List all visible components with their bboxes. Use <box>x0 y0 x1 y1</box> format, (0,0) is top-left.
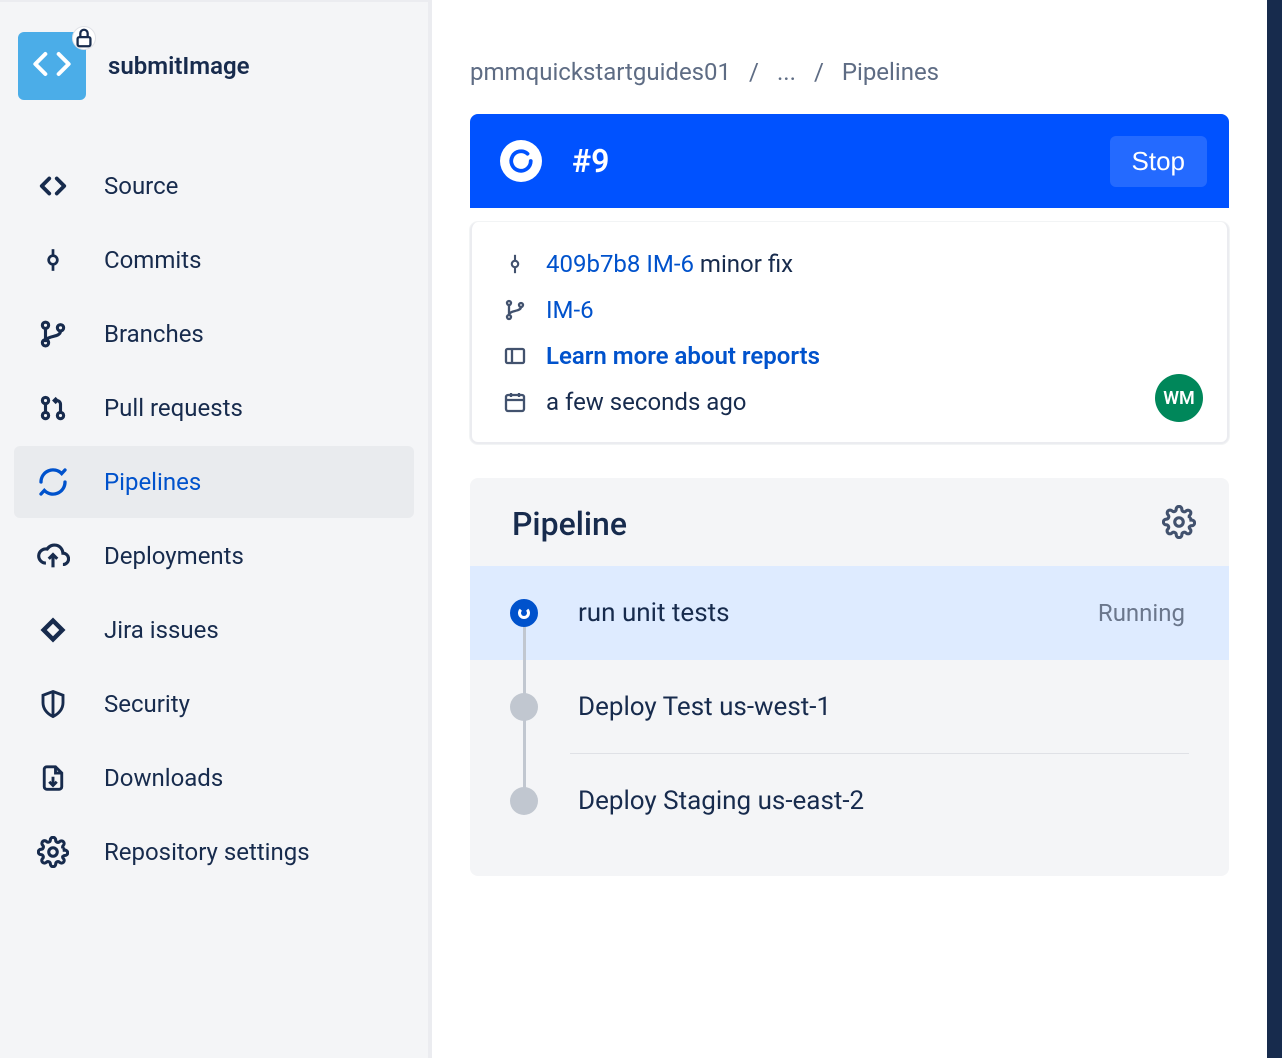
breadcrumb-ellipsis[interactable]: ... <box>777 58 796 86</box>
breadcrumb-root[interactable]: pmmquickstartguides01 <box>470 58 731 86</box>
commit-row: 409b7b8 IM-6 minor fix <box>502 250 1197 278</box>
sidebar-item-label: Source <box>104 172 178 200</box>
commit-icon <box>502 251 528 277</box>
step-status-pending-icon <box>510 693 538 721</box>
sidebar-item-deployments[interactable]: Deployments <box>14 520 414 592</box>
shield-icon <box>36 687 70 721</box>
reports-link[interactable]: Learn more about reports <box>546 342 820 370</box>
sidebar-item-security[interactable]: Security <box>14 668 414 740</box>
pipeline-settings-button[interactable] <box>1159 504 1199 544</box>
branch-icon <box>502 297 528 323</box>
sidebar-item-commits[interactable]: Commits <box>14 224 414 296</box>
commit-message: minor fix <box>700 250 793 278</box>
breadcrumb-current[interactable]: Pipelines <box>842 58 939 86</box>
sidebar-nav: Source Commits Branches Pull requests Pi… <box>14 150 414 888</box>
repo-avatar[interactable] <box>18 32 86 100</box>
step-status-running-icon <box>510 599 538 627</box>
timestamp-row: a few seconds ago <box>502 388 1197 416</box>
sidebar-item-label: Security <box>104 690 190 718</box>
pipeline-card: Pipeline run unit tests Running Deploy T… <box>470 478 1229 876</box>
sidebar: submitImage Source Commits Branches Pull… <box>0 0 428 1058</box>
branch-icon <box>36 317 70 351</box>
calendar-icon <box>502 389 528 415</box>
gear-icon <box>36 835 70 869</box>
commit-issue-link[interactable]: IM-6 <box>646 250 694 278</box>
reports-row: Learn more about reports <box>502 342 1197 370</box>
sidebar-item-label: Downloads <box>104 764 223 792</box>
status-running-icon <box>500 140 542 182</box>
step-name: run unit tests <box>578 598 1098 628</box>
sidebar-item-repository-settings[interactable]: Repository settings <box>14 816 414 888</box>
download-icon <box>36 761 70 795</box>
breadcrumb-separator: / <box>814 58 824 86</box>
cloud-upload-icon <box>36 539 70 573</box>
commit-icon <box>36 243 70 277</box>
pipeline-step[interactable]: Deploy Test us-west-1 <box>470 660 1229 754</box>
author-avatar[interactable]: WM <box>1155 374 1203 422</box>
timestamp: a few seconds ago <box>546 388 747 416</box>
commit-hash-link[interactable]: 409b7b8 <box>546 250 640 278</box>
step-status-pending-icon <box>510 787 538 815</box>
pull-request-icon <box>36 391 70 425</box>
lock-icon <box>72 26 96 50</box>
stop-button[interactable]: Stop <box>1110 136 1208 187</box>
step-state: Running <box>1098 599 1185 627</box>
sidebar-item-label: Branches <box>104 320 204 348</box>
run-number: #9 <box>572 142 609 180</box>
sidebar-item-label: Jira issues <box>104 616 219 644</box>
jira-icon <box>36 613 70 647</box>
sidebar-item-label: Deployments <box>104 542 244 570</box>
step-name: Deploy Test us-west-1 <box>578 692 1185 722</box>
repo-name[interactable]: submitImage <box>108 52 250 80</box>
breadcrumb: pmmquickstartguides01 / ... / Pipelines <box>470 58 1229 86</box>
breadcrumb-separator: / <box>749 58 759 86</box>
branch-row: IM-6 <box>502 296 1197 324</box>
sidebar-item-label: Pull requests <box>104 394 243 422</box>
code-icon <box>32 44 72 88</box>
sidebar-item-source[interactable]: Source <box>14 150 414 222</box>
panel-icon <box>502 343 528 369</box>
sidebar-item-label: Repository settings <box>104 838 310 866</box>
sidebar-item-label: Commits <box>104 246 201 274</box>
branch-link[interactable]: IM-6 <box>546 296 594 324</box>
sidebar-item-jira-issues[interactable]: Jira issues <box>14 594 414 666</box>
gear-icon <box>1162 505 1196 543</box>
right-edge <box>1267 0 1282 1058</box>
code-icon <box>36 169 70 203</box>
sync-icon <box>36 465 70 499</box>
repo-header: submitImage <box>14 32 414 150</box>
sidebar-item-branches[interactable]: Branches <box>14 298 414 370</box>
pipeline-step[interactable]: Deploy Staging us-east-2 <box>470 754 1229 848</box>
sidebar-item-pipelines[interactable]: Pipelines <box>14 446 414 518</box>
pipeline-title: Pipeline <box>512 505 627 543</box>
sidebar-item-downloads[interactable]: Downloads <box>14 742 414 814</box>
step-list: run unit tests Running Deploy Test us-we… <box>470 566 1229 848</box>
pipeline-run-header: #9 Stop <box>470 114 1229 208</box>
run-info-card: 409b7b8 IM-6 minor fix IM-6 Learn more a… <box>470 222 1229 444</box>
sidebar-item-pull-requests[interactable]: Pull requests <box>14 372 414 444</box>
step-name: Deploy Staging us-east-2 <box>578 786 1185 816</box>
sidebar-item-label: Pipelines <box>104 468 201 496</box>
pipeline-step[interactable]: run unit tests Running <box>470 566 1229 660</box>
main-content: pmmquickstartguides01 / ... / Pipelines … <box>428 0 1267 1058</box>
